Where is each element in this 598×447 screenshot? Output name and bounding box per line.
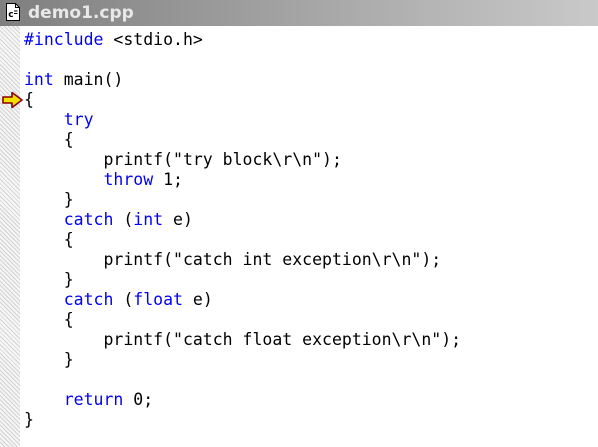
code-line[interactable]: throw 1; (24, 170, 461, 190)
code-line[interactable]: #include <stdio.h> (24, 30, 461, 50)
code-token: { (24, 230, 74, 249)
yellow-arrow-icon (2, 91, 23, 109)
cpp-source-file-icon: c (6, 3, 20, 21)
code-token: <stdio.h> (103, 30, 203, 49)
code-line[interactable] (24, 370, 461, 390)
code-token: { (24, 130, 74, 149)
code-token: { (24, 90, 34, 109)
code-token: printf("catch float exception\r\n"); (24, 330, 462, 349)
code-token: } (24, 190, 74, 209)
keyword-token: catch (63, 210, 114, 229)
keyword-token: int (133, 210, 164, 229)
code-line[interactable]: { (24, 310, 461, 330)
code-token: printf("catch int exception\r\n"); (24, 250, 442, 269)
keyword-token: throw (103, 170, 154, 189)
code-line[interactable]: } (24, 410, 461, 430)
code-line[interactable]: try (24, 110, 461, 130)
keyword-token: return (63, 390, 124, 409)
code-line[interactable]: int main() (24, 70, 461, 90)
keyword-token: float (133, 290, 183, 309)
keyword-token: int (24, 70, 54, 89)
code-token: e) (182, 290, 213, 309)
code-text[interactable]: #include <stdio.h> int main(){ try { pri… (24, 30, 461, 430)
code-line[interactable]: { (24, 130, 461, 150)
svg-text:c: c (8, 10, 13, 20)
code-line[interactable]: printf("catch int exception\r\n"); (24, 250, 461, 270)
code-line[interactable]: catch (float e) (24, 290, 461, 310)
keyword-token: catch (63, 290, 114, 309)
code-token: } (24, 270, 74, 289)
code-line[interactable]: printf("try block\r\n"); (24, 150, 461, 170)
code-token: e) (163, 210, 193, 229)
code-token: 0; (123, 390, 154, 409)
code-token: { (24, 310, 74, 329)
editor-window: c demo1.cpp #include <stdio.h> int main(… (0, 0, 598, 447)
code-token: 1; (153, 170, 183, 189)
breakpoint-gutter[interactable] (0, 26, 20, 447)
code-token: } (24, 410, 34, 429)
code-token: ( (113, 290, 134, 309)
code-line[interactable]: } (24, 190, 461, 210)
code-line[interactable]: catch (int e) (24, 210, 461, 230)
code-token: ( (113, 210, 134, 229)
code-editor[interactable]: #include <stdio.h> int main(){ try { pri… (0, 26, 598, 447)
code-line[interactable]: { (24, 230, 461, 250)
window-title: demo1.cpp (28, 3, 134, 23)
code-token: } (24, 350, 74, 369)
code-line[interactable]: printf("catch float exception\r\n"); (24, 330, 461, 350)
code-line[interactable]: return 0; (24, 390, 461, 410)
title-bar[interactable]: c demo1.cpp (0, 0, 598, 26)
code-line[interactable]: { (24, 90, 461, 110)
keyword-token: try (63, 110, 94, 129)
code-line[interactable]: } (24, 270, 461, 290)
keyword-token: #include (24, 30, 104, 49)
code-line[interactable] (24, 50, 461, 70)
code-token: main() (53, 70, 124, 89)
code-line[interactable]: } (24, 350, 461, 370)
code-token: printf("try block\r\n"); (24, 150, 342, 169)
